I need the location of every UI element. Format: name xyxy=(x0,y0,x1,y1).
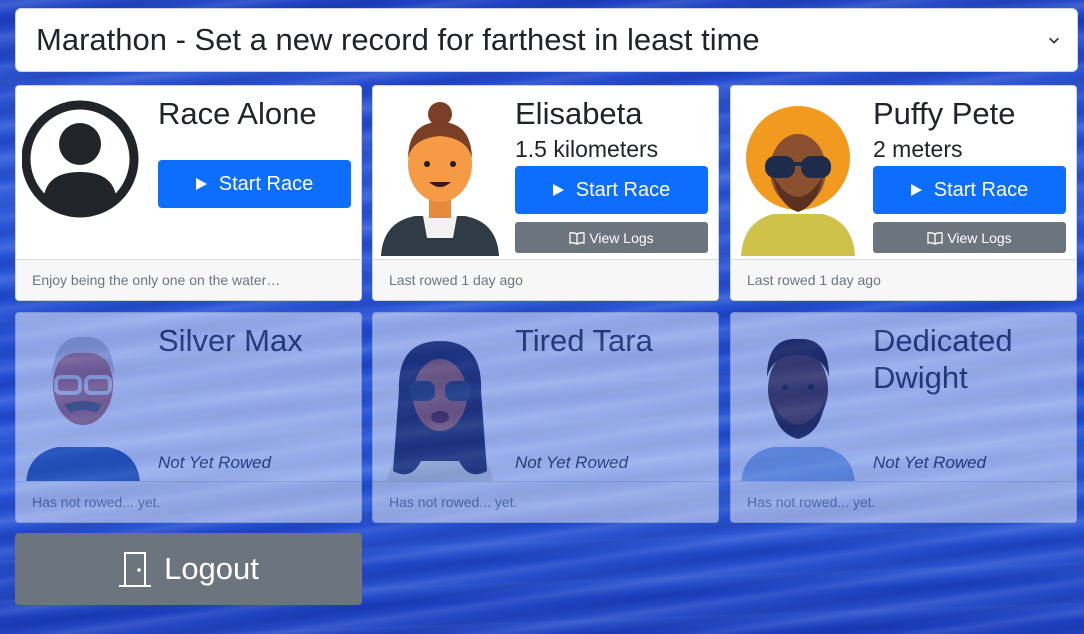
door-icon xyxy=(119,552,152,587)
play-icon xyxy=(552,184,564,196)
book-icon xyxy=(927,231,943,245)
woman-bun-avatar xyxy=(381,102,499,256)
chevron-down-icon xyxy=(1049,37,1059,44)
person-circle-icon xyxy=(22,100,139,218)
play-icon xyxy=(910,184,922,196)
curly-hair-sunglasses-avatar xyxy=(387,341,493,483)
view-logs-label: View Logs xyxy=(947,229,1012,246)
opponent-card-elisabeta: Elisabeta 1.5 kilometers Start Race View… xyxy=(372,85,719,301)
start-race-button[interactable]: Start Race xyxy=(873,166,1066,214)
view-logs-button[interactable]: View Logs xyxy=(873,222,1066,253)
card-footer: Has not rowed... yet. xyxy=(16,481,361,522)
race-type-selected: Marathon - Set a new record for farthest… xyxy=(36,22,760,57)
logout-label: Logout xyxy=(164,551,259,586)
opponent-card-race-alone: Race Alone Start Race Enjoy being the on… xyxy=(15,85,362,301)
start-race-label: Start Race xyxy=(575,178,671,201)
card-footer: Has not rowed... yet. xyxy=(373,481,718,522)
book-icon xyxy=(569,231,585,245)
start-race-label: Start Race xyxy=(218,172,314,195)
not-yet-rowed-status: Not Yet Rowed xyxy=(515,453,629,472)
card-footer: Last rowed 1 day ago xyxy=(373,259,718,300)
gray-hair-glasses-avatar xyxy=(26,336,140,483)
opponent-distance: 1.5 kilometers xyxy=(515,136,659,162)
race-type-select[interactable]: Marathon - Set a new record for farthest… xyxy=(15,8,1078,72)
card-footer: Has not rowed... yet. xyxy=(731,481,1076,522)
play-icon xyxy=(195,178,207,190)
start-race-button[interactable]: Start Race xyxy=(158,160,351,208)
opponent-name: Dedicated Dwight xyxy=(873,323,1013,395)
card-footer: Enjoy being the only one on the water… xyxy=(16,259,361,300)
opponent-card-tired-tara: Tired Tara Not Yet Rowed Has not rowed..… xyxy=(372,312,719,523)
afro-sunglasses-avatar xyxy=(741,106,855,256)
not-yet-rowed-status: Not Yet Rowed xyxy=(873,453,987,472)
opponent-card-dedicated-dwight: Dedicated Dwight Not Yet Rowed Has not r… xyxy=(730,312,1077,523)
view-logs-label: View Logs xyxy=(589,229,654,246)
opponent-distance: 2 meters xyxy=(873,136,963,162)
not-yet-rowed-status: Not Yet Rowed xyxy=(158,453,272,472)
card-footer: Last rowed 1 day ago xyxy=(731,259,1076,300)
start-race-label: Start Race xyxy=(933,178,1029,201)
opponent-name: Puffy Pete xyxy=(873,96,1016,131)
opponent-name: Race Alone xyxy=(158,96,317,131)
opponent-card-puffy-pete: Puffy Pete 2 meters Start Race View Logs… xyxy=(730,85,1077,301)
opponent-name: Tired Tara xyxy=(515,323,653,358)
bearded-man-avatar xyxy=(741,338,855,483)
view-logs-button[interactable]: View Logs xyxy=(515,222,708,253)
opponent-card-silver-max: Silver Max Not Yet Rowed Has not rowed..… xyxy=(15,312,362,523)
start-race-button[interactable]: Start Race xyxy=(515,166,708,214)
opponent-name: Elisabeta xyxy=(515,96,643,131)
opponent-name: Silver Max xyxy=(158,323,303,358)
logout-button[interactable]: Logout xyxy=(15,533,362,605)
